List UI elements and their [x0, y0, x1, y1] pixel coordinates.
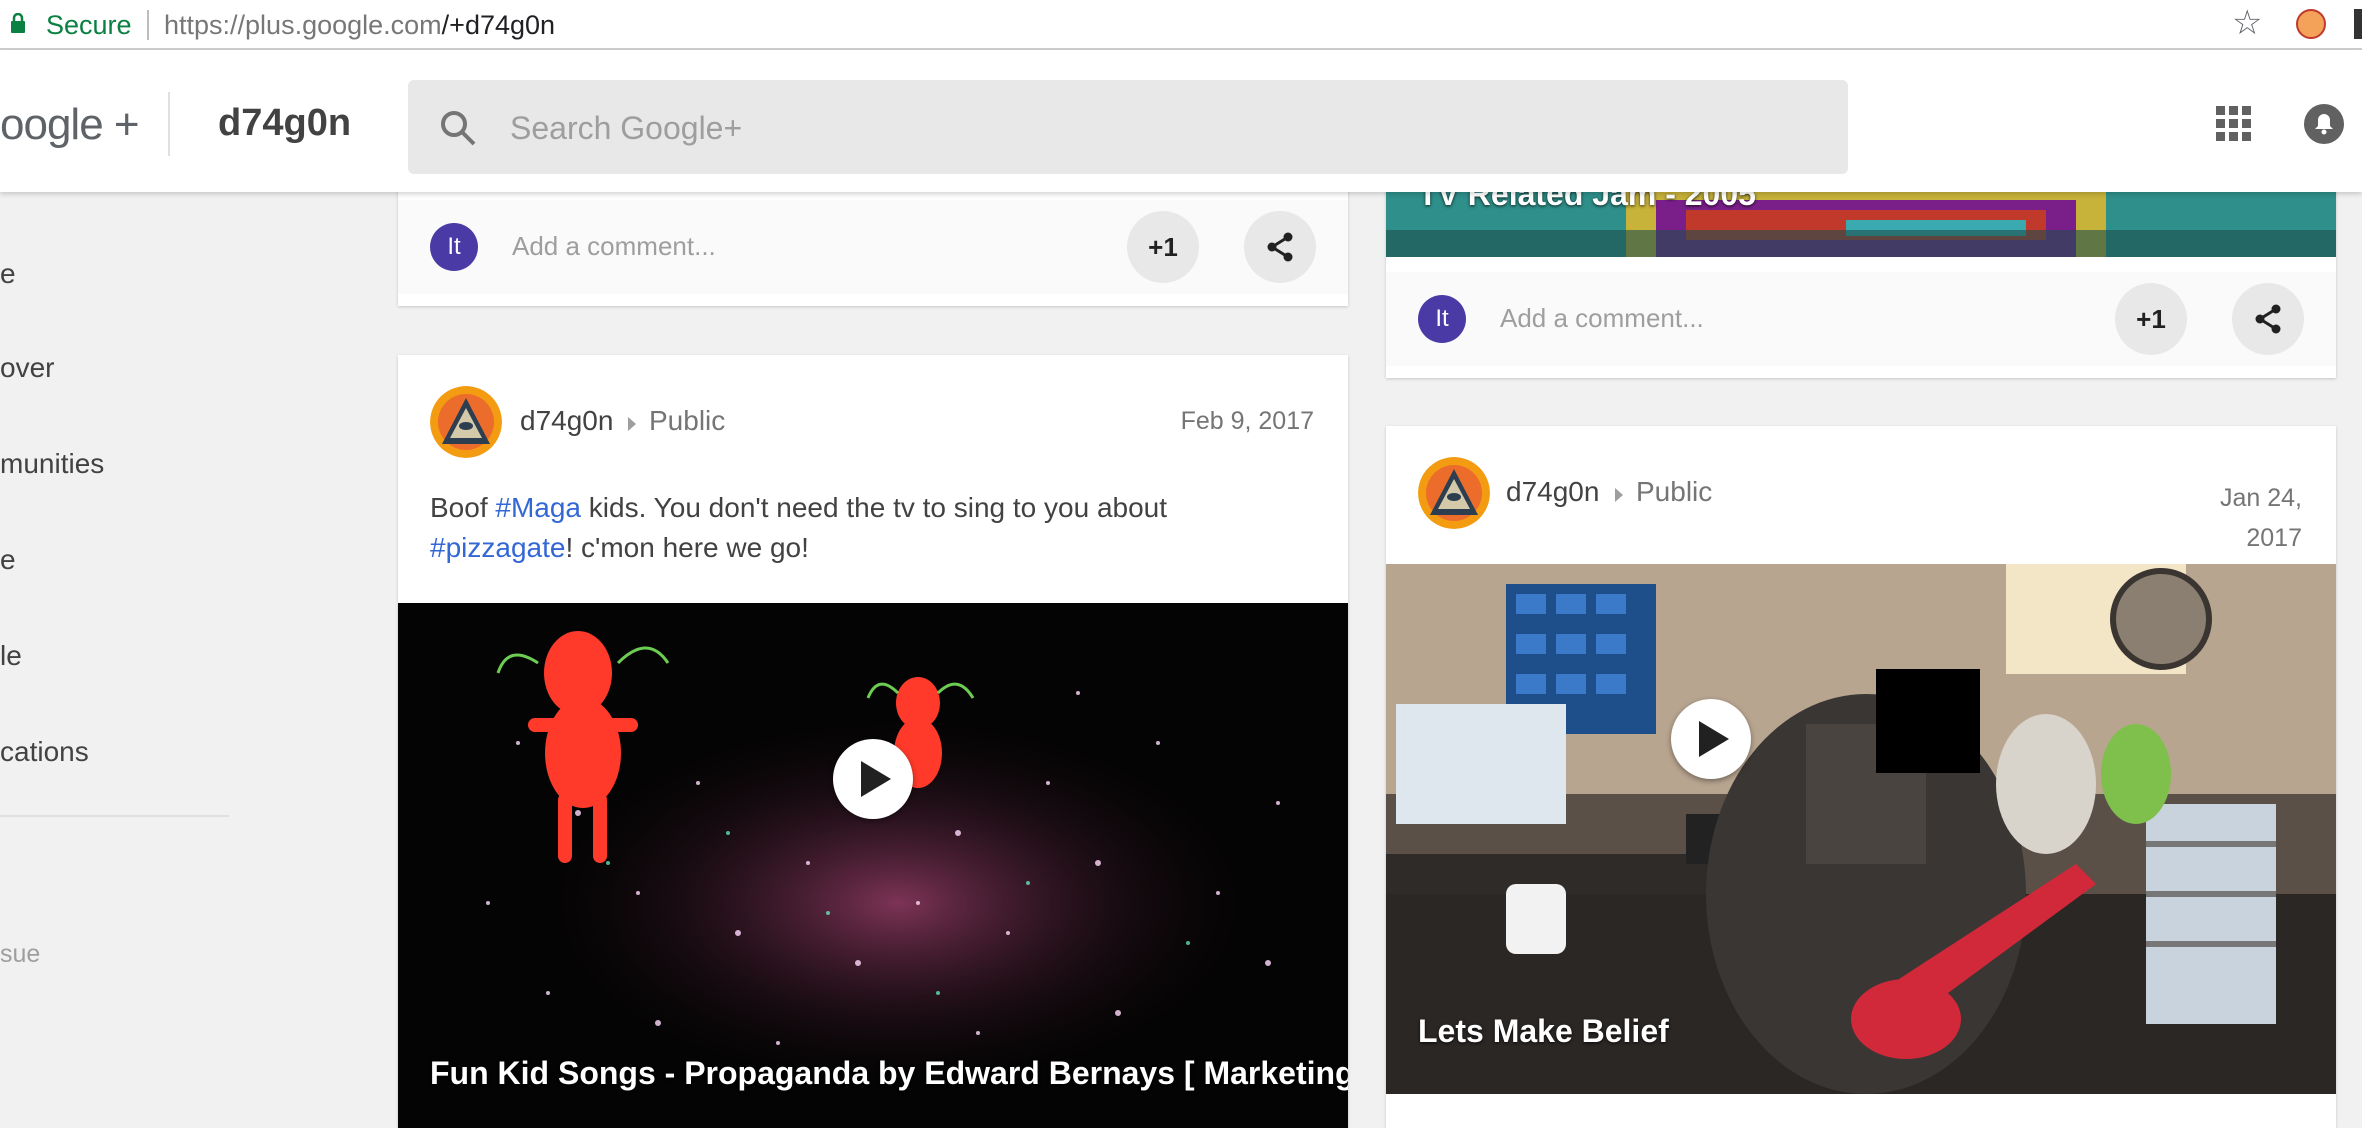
notifications-bell-icon[interactable]	[2304, 104, 2344, 144]
video-thumbnail[interactable]: Lets Make Belief	[1386, 564, 2336, 1094]
app-header: oogle + d74g0n	[0, 50, 2362, 192]
search-box[interactable]	[408, 80, 1848, 174]
address-separator	[147, 10, 149, 40]
url-path: /+d74g0n	[441, 10, 556, 40]
header-divider	[168, 92, 170, 156]
comment-input[interactable]	[1498, 302, 2002, 335]
sidebar-item-profile[interactable]: e	[0, 544, 16, 576]
author-avatar[interactable]	[430, 386, 502, 458]
post-text-part: ! c'mon here we go!	[565, 532, 809, 563]
extension-icon[interactable]	[2296, 9, 2326, 39]
play-icon	[1699, 721, 1729, 757]
post-text: Boof #Maga kids. You don't need the tv t…	[430, 488, 1310, 568]
video-thumbnail-image	[398, 603, 1348, 1128]
hashtag-link[interactable]: #Maga	[495, 492, 581, 523]
post-visibility: Public	[649, 405, 726, 436]
video-title[interactable]: Lets Make Belief	[1418, 1013, 1669, 1050]
secure-label: Secure	[46, 10, 132, 40]
video-title[interactable]: Fun Kid Songs - Propaganda by Edward Ber…	[430, 1055, 1348, 1092]
play-icon	[861, 761, 891, 797]
post-author[interactable]: d74g0n	[520, 405, 613, 437]
url-field[interactable]: https://plus.google.com/+d74g0n	[164, 10, 555, 41]
comment-row: It +1	[1386, 272, 2336, 366]
search-input[interactable]	[508, 102, 1712, 154]
sidebar-item-report-issue[interactable]: sue	[0, 940, 40, 969]
play-button[interactable]	[833, 739, 913, 819]
sidebar-item-home[interactable]: e	[0, 258, 16, 290]
post-date-line: Jan 24,	[2219, 484, 2302, 512]
author-avatar[interactable]	[1418, 457, 1490, 529]
video-thumbnail[interactable]: Fun Kid Songs - Propaganda by Edward Ber…	[398, 603, 1348, 1128]
comment-input[interactable]	[510, 230, 1014, 263]
share-button[interactable]	[1244, 211, 1316, 283]
lock-icon	[11, 13, 25, 33]
commenter-avatar: It	[430, 223, 478, 271]
post-card: d74g0n Public Feb 9, 2017 Boof #Maga kid…	[398, 355, 1348, 1128]
share-button[interactable]	[2232, 283, 2304, 355]
post-date[interactable]: Jan 24, 2017	[2086, 478, 2302, 558]
commenter-avatar: It	[1418, 295, 1466, 343]
post-date-line: 2017	[2246, 524, 2302, 552]
search-icon[interactable]	[438, 108, 478, 148]
google-plus-logo[interactable]: oogle +	[0, 100, 140, 150]
comment-row: It +1	[398, 200, 1348, 294]
post-text-part: kids. You don't need the tv to sing to y…	[581, 492, 1168, 523]
share-icon	[1267, 232, 1293, 262]
url-host: https://plus.google.com	[164, 10, 442, 40]
sidebar-item-communities[interactable]: munities	[0, 448, 104, 480]
sidebar-item-people[interactable]: le	[0, 640, 22, 672]
sidebar-divider	[0, 815, 229, 817]
play-button[interactable]	[1671, 699, 1751, 779]
sidebar-item-discover[interactable]: over	[0, 352, 54, 384]
post-author[interactable]: d74g0n	[1506, 476, 1599, 508]
caret-right-icon	[1615, 488, 1623, 502]
post-card: d74g0n Public Jan 24, 2017 Lets Make Bel…	[1386, 426, 2336, 1128]
sidebar: e over munities e le cations sue	[0, 192, 230, 1128]
post-text-part: Boof	[430, 492, 496, 523]
extension-edge-icon[interactable]	[2354, 9, 2362, 39]
share-icon	[2255, 304, 2281, 334]
plus-one-button[interactable]: +1	[2115, 283, 2187, 355]
post-date[interactable]: Feb 9, 2017	[1098, 407, 1314, 436]
plus-one-button[interactable]: +1	[1127, 211, 1199, 283]
post-visibility: Public	[1636, 476, 1713, 507]
browser-address-bar: Secure https://plus.google.com/+d74g0n ☆	[0, 0, 2362, 50]
apps-grid-icon[interactable]	[2216, 106, 2252, 142]
page-title: d74g0n	[218, 102, 352, 144]
hashtag-link[interactable]: #pizzagate	[430, 532, 565, 563]
bookmark-star-icon[interactable]: ☆	[2232, 6, 2262, 40]
sidebar-item-notifications[interactable]: cations	[0, 736, 89, 768]
caret-right-icon	[628, 417, 636, 431]
